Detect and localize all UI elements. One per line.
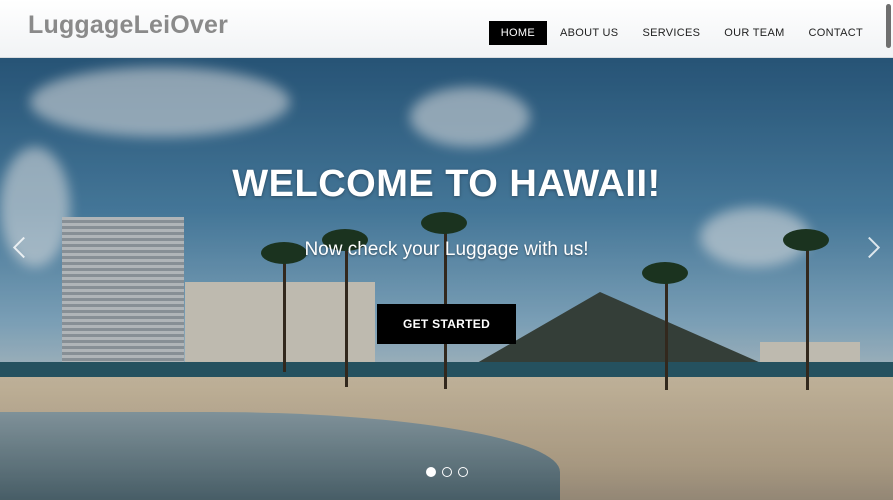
carousel-dot-1[interactable] [426,467,436,477]
hero-overlay [0,57,893,500]
nav-about-us[interactable]: ABOUT US [548,21,630,45]
hero-carousel: WELCOME TO HAWAII! Now check your Luggag… [0,57,893,500]
main-nav: HOME ABOUT US SERVICES OUR TEAM CONTACT [488,21,875,45]
nav-our-team[interactable]: OUR TEAM [712,21,796,45]
site-header: LuggageLeiOver HOME ABOUT US SERVICES OU… [0,0,893,58]
chevron-left-icon[interactable] [10,233,26,263]
nav-contact[interactable]: CONTACT [797,21,875,45]
hero-title: WELCOME TO HAWAII! [232,163,661,205]
site-logo[interactable]: LuggageLeiOver [28,11,228,40]
chevron-right-icon[interactable] [867,233,883,263]
scrollbar-thumb[interactable] [886,4,891,48]
nav-home[interactable]: HOME [488,21,547,45]
nav-services[interactable]: SERVICES [630,21,712,45]
carousel-indicators [426,467,468,477]
carousel-dot-2[interactable] [442,467,452,477]
carousel-dot-3[interactable] [458,467,468,477]
get-started-button[interactable]: GET STARTED [377,304,516,344]
hero-subtitle: Now check your Luggage with us! [304,239,589,260]
